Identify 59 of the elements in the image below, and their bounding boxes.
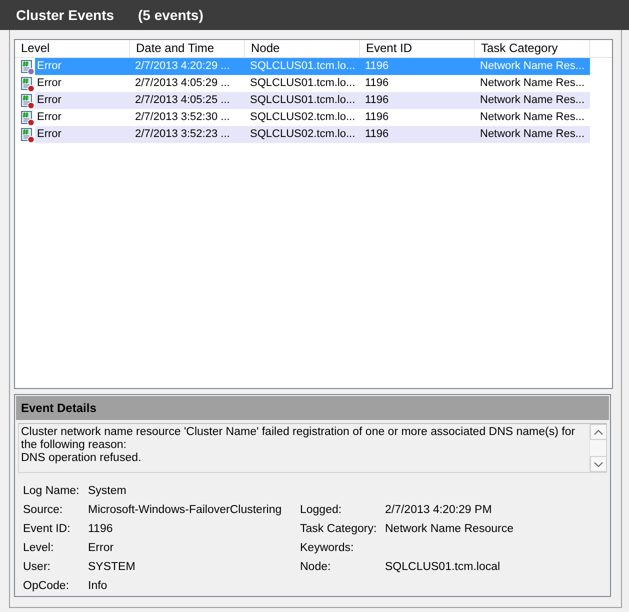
table-cell-text: 1196 — [364, 76, 390, 91]
event-error-icon — [19, 126, 35, 142]
field-value: Microsoft-Windows-FailoverClustering — [88, 504, 283, 516]
table-cell-text: Network Name Res... — [479, 110, 586, 125]
chevron-up-icon — [594, 430, 603, 434]
field-label: Task Category: — [300, 522, 378, 534]
event-error-icon — [19, 92, 35, 108]
table-cell-text: Error — [36, 93, 62, 108]
chevron-down-icon — [594, 462, 603, 466]
table-cell-text: Error — [36, 127, 62, 142]
field-label: OpCode: — [23, 580, 70, 592]
panel-title: Cluster Events — [16, 7, 116, 23]
field-value: Network Name Resource — [385, 522, 514, 534]
table-cell-text: 2/7/2013 4:05:25 ... — [134, 93, 231, 108]
table-cell-text: Network Name Res... — [479, 127, 586, 142]
event-error-icon — [19, 76, 35, 92]
table-cell-text: SQLCLUS02.tcm.lo... — [249, 127, 356, 142]
table-cell-text: 2/7/2013 3:52:23 ... — [134, 127, 231, 142]
table-cell-text: 1196 — [364, 93, 390, 108]
event-error-icon — [19, 58, 35, 74]
table-cell-text: Error — [36, 110, 62, 125]
table-row[interactable]: Error 2/7/2013 4:05:25 ... SQLCLUS01.tcm.lo... 1196 Network Name Res... — [35, 92, 590, 109]
field-value: 1196 — [88, 522, 114, 534]
table-row[interactable]: Error 2/7/2013 3:52:23 ... SQLCLUS02.tcm.lo... 1196 Network Name Res... — [35, 126, 590, 143]
field-value: Info — [88, 580, 108, 592]
details-title: Event Details — [16, 396, 609, 420]
table-cell-text: 2/7/2013 4:20:29 ... — [134, 59, 231, 74]
table-cell-text: Network Name Res... — [479, 93, 586, 108]
field-label: Source: — [23, 504, 64, 516]
table-cell-text: Network Name Res... — [479, 59, 586, 74]
field-value: 2/7/2013 4:20:29 PM — [385, 504, 493, 516]
table-cell-text: Network Name Res... — [479, 76, 586, 91]
table-cell-text: SQLCLUS02.tcm.lo... — [249, 110, 356, 125]
table-cell-text: 2/7/2013 4:05:29 ... — [134, 76, 231, 91]
table-cell-text: 1196 — [364, 59, 390, 74]
field-label: Logged: — [300, 504, 343, 516]
field-value: SYSTEM — [88, 560, 136, 572]
table-cell-text: 2/7/2013 3:52:30 ... — [134, 110, 231, 125]
event-error-icon — [19, 110, 35, 126]
field-label: Node: — [300, 560, 332, 572]
table-cell-text: Error — [36, 76, 62, 91]
scroll-down-button[interactable] — [590, 456, 607, 472]
field-value: System — [88, 484, 128, 496]
table-cell-text: SQLCLUS01.tcm.lo... — [249, 76, 356, 91]
field-label: Log Name: — [23, 484, 80, 496]
table-cell-text: 1196 — [364, 110, 390, 125]
table-cell-text: 1196 — [364, 127, 390, 142]
event-message: Cluster network name resource 'Cluster Name' failed registration of one or more associated DNS name(s) for the following reason: DNS operation refused. — [20, 425, 576, 466]
field-value: Error — [88, 542, 115, 554]
table-cell-text: Error — [36, 59, 62, 74]
field-label: Event ID: — [23, 522, 72, 534]
table-cell-text: SQLCLUS01.tcm.lo... — [249, 59, 356, 74]
scroll-up-button[interactable] — [590, 424, 607, 440]
field-label: User: — [23, 560, 52, 572]
field-value: SQLCLUS01.tcm.local — [385, 560, 502, 572]
field-label: Level: — [23, 542, 55, 554]
table-cell-text: SQLCLUS01.tcm.lo... — [249, 93, 356, 108]
field-label: Keywords: — [300, 542, 355, 554]
event-count: (5 events) — [138, 7, 204, 23]
